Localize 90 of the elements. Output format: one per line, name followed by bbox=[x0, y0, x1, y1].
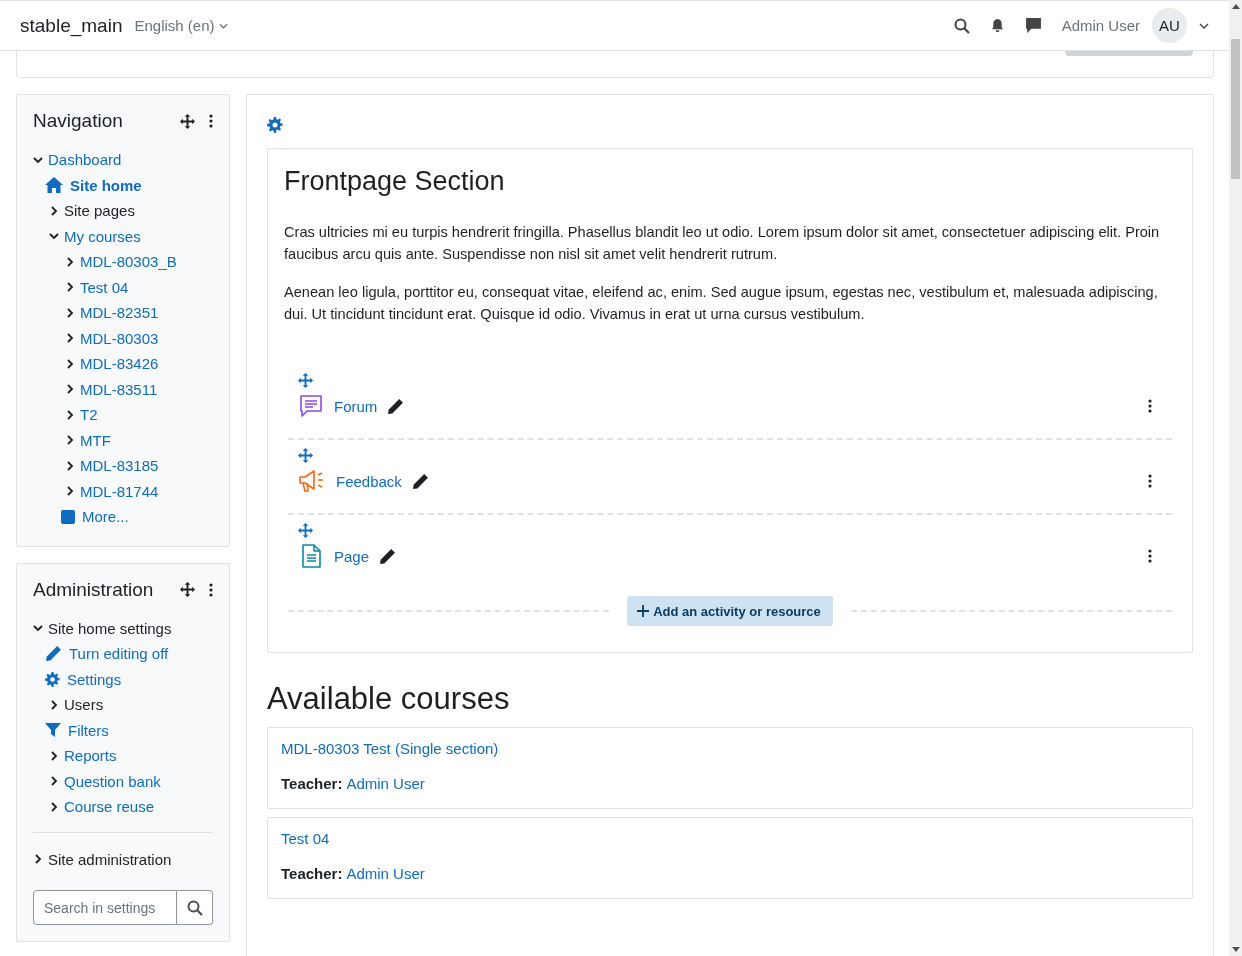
block-title: Administration bbox=[33, 578, 155, 601]
search-icon[interactable] bbox=[953, 17, 970, 34]
search-icon[interactable] bbox=[186, 899, 203, 916]
chevron-down-icon[interactable] bbox=[33, 623, 43, 634]
tree-link[interactable]: MDL-80303 bbox=[80, 329, 159, 347]
tree-link[interactable]: MDL-83185 bbox=[80, 457, 159, 475]
megaphone-icon bbox=[298, 468, 326, 494]
paragraph: Aenean leo ligula, porttitor eu, consequat vitae, eleifend ac, enim. Sed augue ipsum, egestas nec, vestibulum et, malesuada adipiscing, dui. Ut tincidunt tincidunt erat. Quisque id odio. Vivamus in erat ut urna cursus vestibulum. bbox=[284, 283, 1159, 324]
chevron-right-icon[interactable] bbox=[65, 384, 75, 395]
settings-icon[interactable] bbox=[45, 671, 60, 687]
section-heading: Available courses bbox=[267, 680, 511, 718]
user-name[interactable]: Admin User bbox=[1061, 17, 1140, 34]
home-icon bbox=[45, 177, 63, 194]
pencil-icon[interactable] bbox=[387, 397, 405, 415]
chevron-right-icon[interactable] bbox=[65, 307, 75, 318]
tree-link[interactable]: MDL-83511 bbox=[80, 380, 158, 398]
chat-icon[interactable] bbox=[1024, 17, 1042, 34]
pencil-icon[interactable] bbox=[379, 547, 397, 565]
tree-link[interactable]: Test 04 bbox=[80, 278, 129, 296]
caret-icon bbox=[218, 22, 228, 29]
menu-icon[interactable] bbox=[209, 582, 213, 597]
menu-icon[interactable] bbox=[1148, 474, 1152, 488]
chevron-right-icon[interactable] bbox=[49, 776, 59, 787]
user-avatar[interactable]: AU bbox=[1152, 8, 1187, 43]
tree-link[interactable]: Filters bbox=[68, 721, 109, 739]
teacher-label: Teacher: bbox=[281, 775, 343, 792]
activity-link[interactable]: Feedback bbox=[336, 472, 402, 490]
tree-item[interactable]: Users bbox=[64, 696, 104, 714]
paragraph: Cras ultricies mi eu turpis hendrerit fringilla. Phasellus blandit leo ut odio. Lorem ipsum dolor sit amet, consectetuer adipiscing elit. Proin faucibus arcu quis ante. Suspendisse non nisl sit amet velit hendrerit rutrum. bbox=[284, 223, 1161, 264]
filter-icon bbox=[45, 722, 61, 739]
chevron-down-icon[interactable] bbox=[33, 154, 43, 165]
activity-link[interactable]: Forum bbox=[334, 397, 378, 415]
tree-link[interactable]: Settings bbox=[67, 670, 122, 688]
section-title: Frontpage Section bbox=[284, 165, 506, 197]
pencil-icon[interactable] bbox=[411, 472, 429, 490]
chevron-right-icon[interactable] bbox=[65, 333, 75, 344]
chevron-right-icon[interactable] bbox=[49, 801, 59, 812]
tree-link[interactable]: Dashboard bbox=[48, 151, 122, 169]
chevron-down-icon[interactable] bbox=[49, 231, 59, 242]
tree-link[interactable]: My courses bbox=[64, 227, 141, 245]
square-icon bbox=[61, 509, 75, 524]
chevron-right-icon[interactable] bbox=[49, 205, 59, 216]
tree-link[interactable]: MTF bbox=[80, 431, 111, 449]
tree-link[interactable]: MDL-83426 bbox=[80, 355, 159, 373]
scrollbar[interactable] bbox=[1229, 0, 1242, 956]
menu-icon[interactable] bbox=[1148, 399, 1152, 413]
chevron-right-icon[interactable] bbox=[65, 486, 75, 497]
tree-link[interactable]: Site home bbox=[70, 176, 142, 194]
caret-icon[interactable] bbox=[1199, 22, 1209, 29]
chevron-right-icon[interactable] bbox=[65, 435, 75, 446]
chevron-right-icon[interactable] bbox=[65, 256, 75, 267]
chevron-right-icon[interactable] bbox=[65, 282, 75, 293]
settings-icon[interactable] bbox=[267, 117, 283, 133]
move-icon[interactable] bbox=[180, 113, 195, 129]
move-icon[interactable] bbox=[180, 582, 195, 597]
tree-link[interactable]: Question bank bbox=[64, 772, 161, 790]
chevron-right-icon[interactable] bbox=[33, 854, 43, 865]
tree-item[interactable]: Site pages bbox=[64, 202, 135, 220]
chevron-right-icon[interactable] bbox=[65, 358, 75, 369]
block-title: Navigation bbox=[33, 110, 124, 132]
menu-icon[interactable] bbox=[1148, 549, 1152, 563]
teacher-label: Teacher: bbox=[281, 865, 343, 882]
teacher-link[interactable]: Admin User bbox=[346, 865, 425, 882]
tree-item[interactable]: Site administration bbox=[48, 850, 172, 868]
search-button[interactable] bbox=[177, 890, 213, 925]
chevron-right-icon[interactable] bbox=[49, 699, 59, 710]
plus-icon bbox=[637, 605, 650, 617]
chevron-right-icon[interactable] bbox=[65, 409, 75, 420]
course-link[interactable]: MDL-80303 Test (Single section) bbox=[281, 740, 499, 757]
add-activity-button[interactable]: Add an activity or resource bbox=[627, 596, 833, 626]
activity-link[interactable]: Page bbox=[334, 547, 370, 565]
tree-link[interactable]: T2 bbox=[80, 406, 98, 424]
bell-icon[interactable] bbox=[989, 18, 1005, 33]
site-name[interactable]: stable_main bbox=[20, 14, 123, 37]
chevron-right-icon[interactable] bbox=[65, 460, 75, 471]
chat-bubble-icon bbox=[298, 393, 324, 419]
teacher-link[interactable]: Admin User bbox=[346, 775, 425, 792]
tree-link[interactable]: More... bbox=[82, 508, 129, 526]
chevron-right-icon[interactable] bbox=[49, 750, 59, 761]
tree-item[interactable]: Site home settings bbox=[48, 619, 172, 637]
search-field[interactable]: Search in settings bbox=[33, 890, 177, 925]
tree-link[interactable]: MDL-80303_B bbox=[80, 253, 177, 271]
tree-link[interactable]: Reports bbox=[64, 747, 117, 765]
tree-link[interactable]: MDL-82351 bbox=[80, 304, 159, 322]
language-menu[interactable]: English (en) bbox=[134, 17, 228, 34]
tree-link[interactable]: Course reuse bbox=[64, 798, 155, 816]
menu-icon[interactable] bbox=[209, 114, 213, 128]
course-link[interactable]: Test 04 bbox=[281, 830, 330, 847]
tree-link[interactable]: Turn editing off bbox=[69, 645, 169, 663]
tree-link[interactable]: MDL-81744 bbox=[80, 482, 159, 500]
